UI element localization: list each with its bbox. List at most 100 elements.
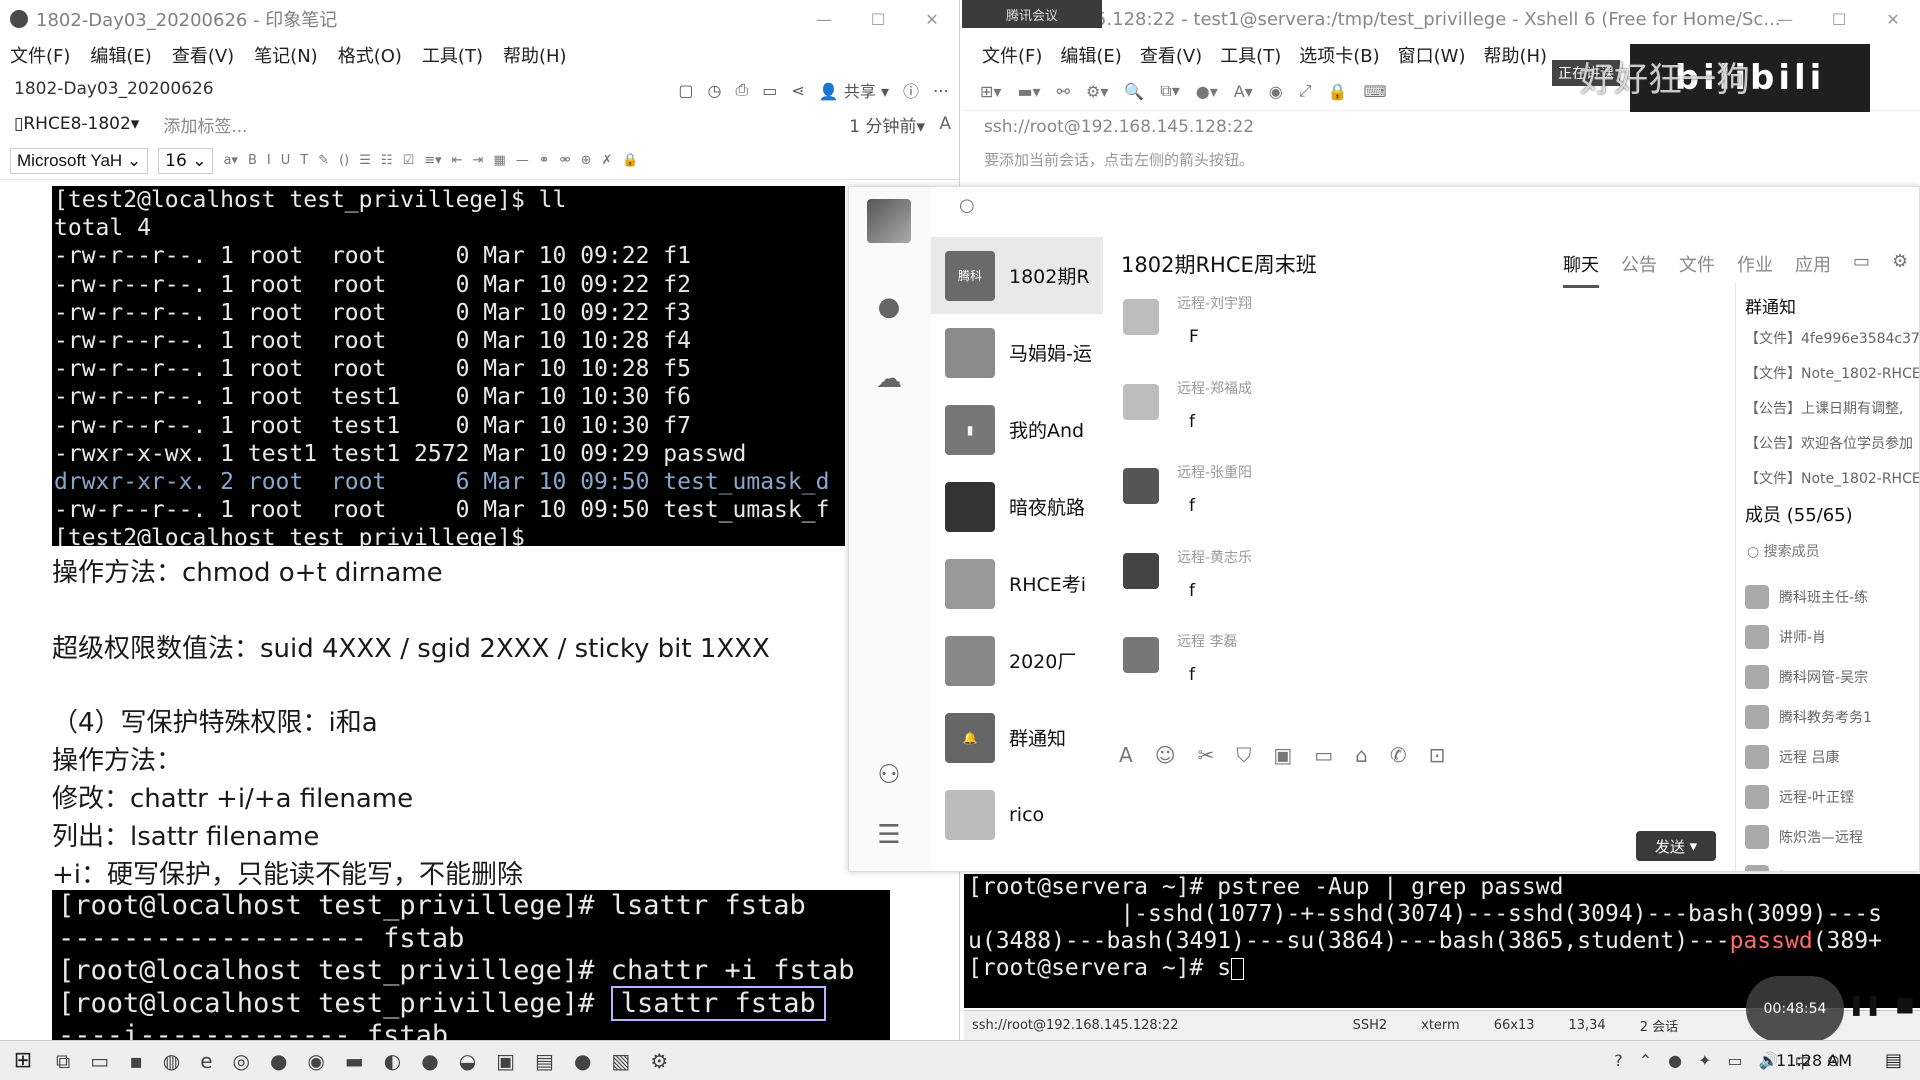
member-item[interactable]: 陈炽浩—远程 <box>1745 817 1919 857</box>
tab-homework[interactable]: 作业 <box>1737 251 1773 288</box>
emoji-icon[interactable]: ☺ <box>1155 743 1176 767</box>
message-icon[interactable]: ● <box>871 289 907 325</box>
fullscreen-icon[interactable]: ⤢ <box>1299 81 1312 101</box>
menu-note[interactable]: 笔记(N) <box>254 42 318 68</box>
tab-announcement[interactable]: 公告 <box>1621 251 1657 288</box>
avatar[interactable] <box>1123 552 1159 589</box>
add-contact-icon[interactable]: ⚇ <box>871 757 907 793</box>
app-icon[interactable]: ● <box>574 1049 591 1073</box>
menu-file[interactable]: 文件(F) <box>10 42 70 68</box>
menu-edit[interactable]: 编辑(E) <box>1060 42 1121 68</box>
bullet-list-icon[interactable]: ☰ <box>359 153 371 168</box>
maximize-icon[interactable]: ☐ <box>851 0 905 38</box>
folder-icon[interactable]: ▭ <box>1314 743 1333 767</box>
app-icon[interactable]: ◒ <box>459 1049 476 1073</box>
conversation-item[interactable]: RHCE考i <box>931 545 1103 622</box>
app-icon[interactable]: ◐ <box>384 1049 401 1073</box>
menu-help[interactable]: 帮助(H) <box>1483 42 1547 68</box>
clear-format-icon[interactable]: ✗ <box>601 153 612 168</box>
gift-icon[interactable]: ⌂ <box>1355 743 1368 767</box>
avatar[interactable] <box>1123 468 1159 505</box>
tab-apps[interactable]: 应用 <box>1795 251 1831 288</box>
tab-files[interactable]: 文件 <box>1679 251 1715 288</box>
menu-help[interactable]: 帮助(H) <box>503 42 567 68</box>
maximize-icon[interactable]: ☐ <box>1812 0 1866 38</box>
open-folder-icon[interactable]: ▬▾ <box>1017 82 1040 101</box>
windows-start-icon[interactable]: ⊞ <box>0 1048 46 1073</box>
member-item[interactable]: 腾科教务考务1 <box>1745 697 1919 737</box>
font-style-icon[interactable]: A <box>939 114 951 134</box>
app-icon[interactable]: ▤ <box>535 1049 554 1073</box>
lock-icon[interactable]: 🔒 <box>622 153 638 168</box>
link-icon[interactable]: ⚭ <box>539 153 550 168</box>
screen-share-icon[interactable]: ▭ <box>1853 251 1870 288</box>
tab-chat[interactable]: 聊天 <box>1563 251 1599 288</box>
conversation-item[interactable]: rico <box>931 776 1103 853</box>
highlight-icon[interactable]: ✎ <box>318 153 329 168</box>
app-icon[interactable]: ● <box>270 1049 287 1073</box>
app-icon[interactable]: ▪ <box>129 1049 143 1073</box>
font-icon[interactable]: A <box>1119 743 1133 767</box>
notebook-selector[interactable]: ▯RHCE8-1802▾ <box>14 114 139 134</box>
menu-format[interactable]: 格式(O) <box>338 42 402 68</box>
screen-icon[interactable]: ⊡ <box>1429 743 1446 767</box>
conversation-item[interactable]: 🔔 群通知 <box>931 699 1103 776</box>
underline-icon[interactable]: U <box>281 153 291 168</box>
task-view-icon[interactable]: ⧉ <box>56 1049 70 1073</box>
app-icon[interactable]: ◉ <box>307 1049 324 1073</box>
member-item[interactable]: 识 <box>1745 857 1919 871</box>
strikethrough-icon[interactable]: T <box>300 153 308 168</box>
note-title[interactable]: 1802-Day03_20200626 <box>14 79 214 99</box>
cloud-icon[interactable]: ☁ <box>871 361 907 397</box>
edge-icon[interactable]: e <box>200 1049 212 1073</box>
app-icon[interactable]: ◍ <box>163 1049 180 1073</box>
menu-view[interactable]: 查看(V) <box>1140 42 1202 68</box>
checkbox-icon[interactable]: ☑ <box>403 153 415 168</box>
close-icon[interactable]: ✕ <box>905 0 959 38</box>
info-icon[interactable]: ⓘ <box>903 78 919 102</box>
indent-icon[interactable]: ⇥ <box>473 153 484 168</box>
attach-icon[interactable]: ⊕ <box>581 153 592 168</box>
xftp-icon[interactable]: ◉ <box>1269 82 1283 101</box>
app-icon[interactable]: ▣ <box>496 1049 515 1073</box>
network-icon[interactable]: ▭ <box>1728 1051 1743 1070</box>
stop-icon[interactable]: ■ <box>1896 992 1915 1016</box>
reconnect-icon[interactable]: ⚯ <box>1057 82 1070 101</box>
add-tag-input[interactable]: 添加标签... <box>163 112 247 137</box>
tray-icon[interactable]: ● <box>1668 1051 1682 1070</box>
app-icon[interactable]: ● <box>421 1049 438 1073</box>
avatar[interactable] <box>1123 299 1159 335</box>
print-icon[interactable]: ⎙ <box>735 80 748 100</box>
chat-icon[interactable]: ▭ <box>762 81 777 100</box>
menu-view[interactable]: 查看(V) <box>172 42 234 68</box>
conversation-item[interactable]: 暗夜航路 <box>931 468 1103 545</box>
new-session-icon[interactable]: ⊞▾ <box>980 82 1001 101</box>
numbered-list-icon[interactable]: ☷ <box>381 153 393 168</box>
settings-icon[interactable]: ⚙ <box>650 1049 668 1073</box>
member-item[interactable]: 腾科网管-吴宗 <box>1745 657 1919 697</box>
minimize-icon[interactable]: — <box>797 0 851 38</box>
pause-icon[interactable]: ❚❚ <box>1848 992 1882 1016</box>
notice-item[interactable]: 【文件】4fe996e3584c375 <box>1745 328 1919 363</box>
divider-icon[interactable]: — <box>516 153 529 168</box>
menu-tools[interactable]: 工具(T) <box>1220 42 1281 68</box>
conversation-item[interactable]: 腾科 1802期R <box>931 237 1103 314</box>
outdent-icon[interactable]: ⇤ <box>452 153 463 168</box>
modified-time[interactable]: 1 分钟前▾ <box>849 112 925 137</box>
notification-icon[interactable]: ▤ <box>1885 1050 1902 1071</box>
avatar[interactable] <box>867 199 911 243</box>
help-icon[interactable]: ? <box>1614 1051 1623 1070</box>
app-icon[interactable]: ◎ <box>233 1049 250 1073</box>
member-item[interactable]: 远程 吕康 <box>1745 737 1919 777</box>
menu-icon[interactable]: ☰ <box>871 817 907 853</box>
code-icon[interactable]: () <box>339 153 349 168</box>
phone-icon[interactable]: ✆ <box>1390 743 1407 767</box>
minimize-icon[interactable]: — <box>1758 0 1812 38</box>
avatar[interactable] <box>1123 637 1159 674</box>
chevron-up-icon[interactable]: ⌃ <box>1639 1051 1652 1070</box>
avatar[interactable] <box>1123 383 1159 420</box>
settings-icon[interactable]: ⚙ <box>1892 251 1908 288</box>
lock-icon[interactable]: 🔒 <box>1328 82 1348 101</box>
address-bar[interactable]: ssh://root@192.168.145.128:22 <box>962 110 1920 142</box>
notice-item[interactable]: 【公告】欢迎各位学员参加 <box>1745 433 1919 468</box>
